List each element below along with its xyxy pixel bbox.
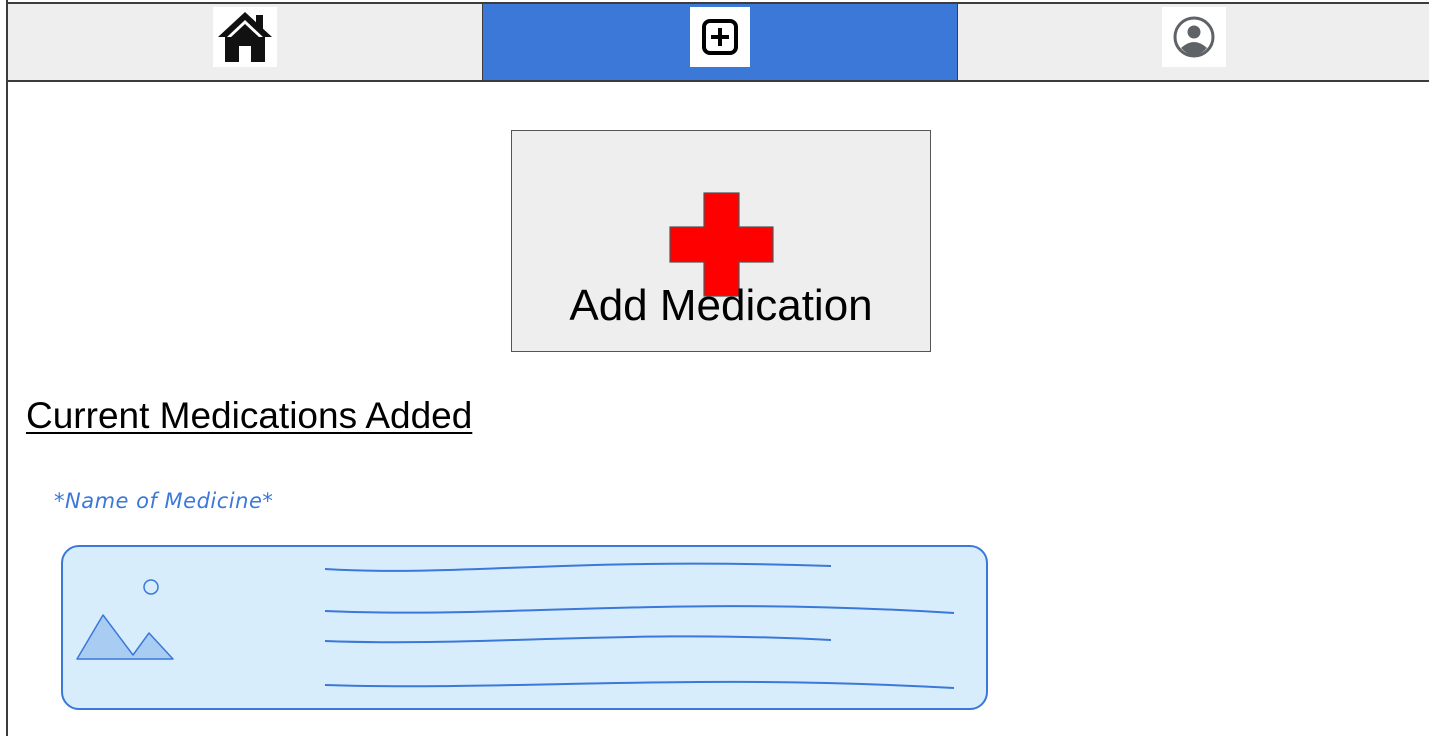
home-icon [213,7,277,67]
current-medications-heading: Current Medications Added [26,395,473,436]
user-circle-icon [1161,7,1226,67]
frame-border-left [6,0,8,736]
medication-details-lines [324,562,955,689]
medication-card[interactable] [61,545,988,710]
add-medication-label: Add Medication [569,281,873,330]
plus-square-icon [690,7,750,67]
app-frame: Add Medication Current Medications Added… [0,0,1429,736]
bottom-nav-bar [8,4,1429,82]
tab-home[interactable] [8,4,482,80]
tab-add[interactable] [482,4,958,80]
tab-profile[interactable] [958,4,1429,80]
add-medication-button[interactable]: Add Medication [511,130,931,352]
medication-name: *Name of Medicine* [54,489,274,513]
